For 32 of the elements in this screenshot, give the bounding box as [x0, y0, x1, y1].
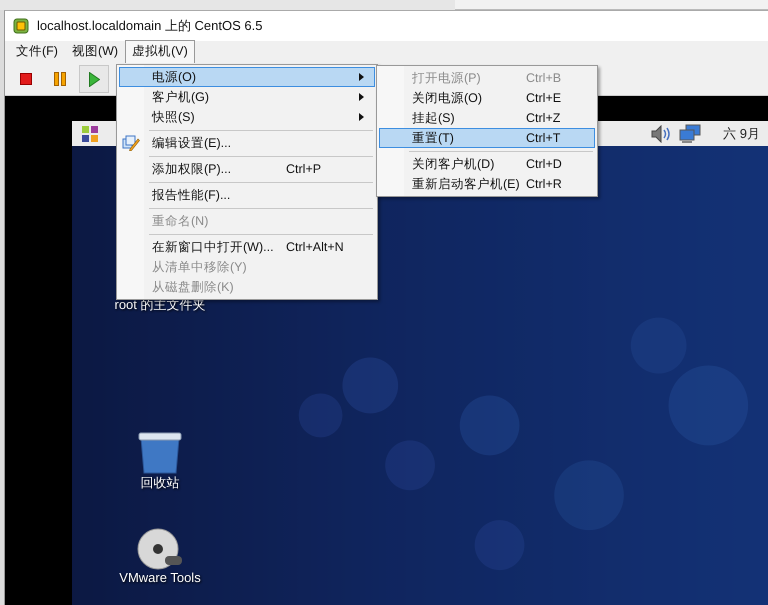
menu-item[interactable]: 客户机(G) — [119, 87, 375, 107]
menu-item[interactable]: 快照(S) — [119, 107, 375, 127]
menu-item[interactable]: 添加权限(P)... Ctrl+P — [119, 159, 375, 179]
stop-icon — [20, 73, 32, 85]
menu-item[interactable]: 关闭客户机(D) Ctrl+D — [379, 154, 595, 174]
menu-bar-item[interactable]: 文件(F) — [9, 40, 65, 63]
desktop-icon-label[interactable]: VMware Tools — [119, 570, 201, 585]
app-logo-icon — [13, 18, 29, 34]
menu-item[interactable]: 编辑设置(E)... — [119, 133, 375, 153]
menu-item[interactable]: 重新启动客户机(E) Ctrl+R — [379, 174, 595, 194]
pause-icon — [54, 72, 66, 86]
menu-item[interactable]: 在新窗口中打开(W)... Ctrl+Alt+N — [119, 237, 375, 257]
menu-item[interactable]: 电源(O) — [119, 67, 375, 87]
submenu-arrow-icon — [359, 93, 364, 101]
menu-item[interactable]: 关闭电源(O) Ctrl+E — [379, 88, 595, 108]
flower-logo-icon — [80, 124, 100, 144]
window-title: localhost.localdomain 上的 CentOS 6.5 — [37, 17, 262, 35]
dvd-icon[interactable] — [137, 528, 183, 570]
network-icon[interactable] — [679, 124, 702, 144]
menu-item[interactable]: 重置(T) Ctrl+T — [379, 128, 595, 148]
submenu-arrow-icon — [359, 73, 364, 81]
clock-text: 六 9月 — [723, 124, 760, 142]
edit-settings-icon — [122, 135, 140, 151]
menu-bar-item[interactable]: 虚拟机(V) — [125, 40, 195, 63]
menu-bar-item[interactable]: 视图(W) — [64, 40, 126, 63]
menu-item[interactable]: 挂起(S) Ctrl+Z — [379, 108, 595, 128]
play-icon — [88, 72, 100, 86]
trash-icon[interactable] — [138, 432, 182, 474]
menu-item[interactable]: 报告性能(F)... — [119, 185, 375, 205]
play-button[interactable] — [79, 65, 109, 93]
desktop-icon-label[interactable]: 回收站 — [140, 474, 180, 492]
submenu-arrow-icon — [359, 113, 364, 121]
